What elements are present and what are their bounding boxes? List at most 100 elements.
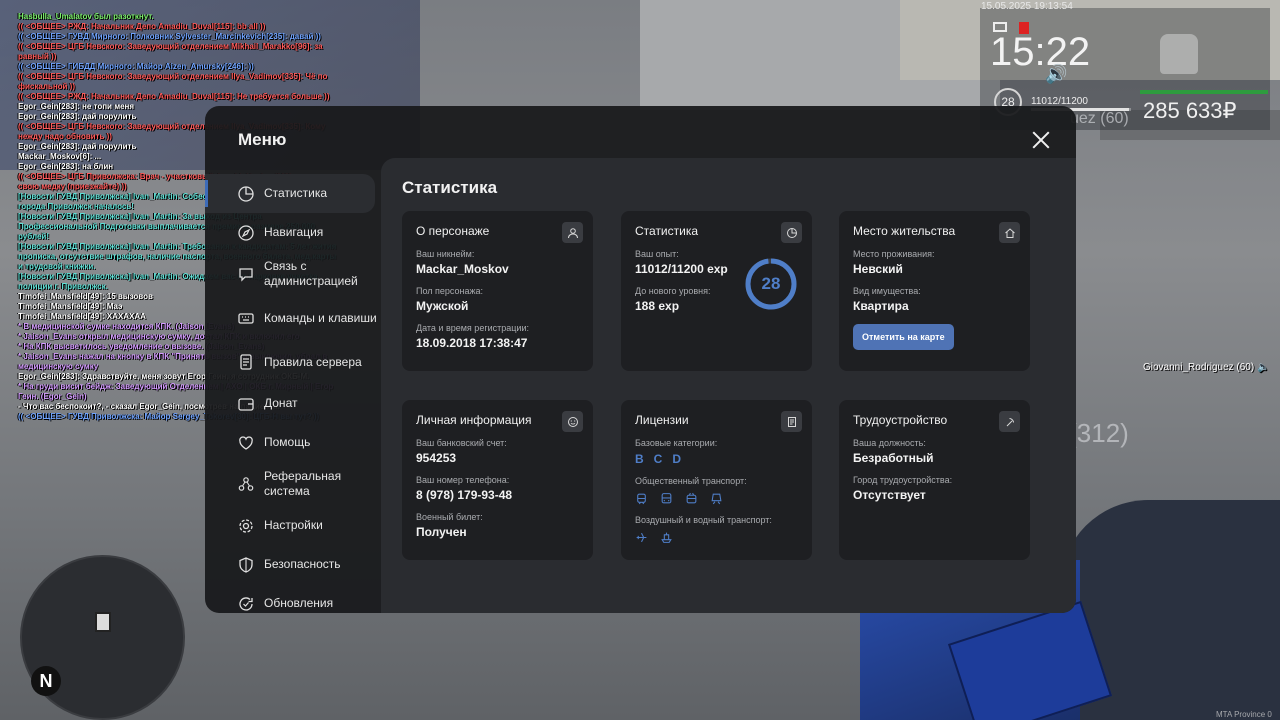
card-title: Лицензии bbox=[635, 413, 689, 427]
shield-icon bbox=[237, 556, 255, 574]
card-employment: Трудоустройство Ваша должность: Безработ… bbox=[839, 400, 1030, 560]
bank-value: 954253 bbox=[416, 451, 457, 465]
residence-value: Невский bbox=[853, 262, 903, 276]
chat-line: (( <ОБЩЕЕ> ГИБДД Мирного: Майор Aizen_Am… bbox=[18, 62, 254, 71]
card-title: Статистика bbox=[635, 224, 699, 238]
sidebar-item-9[interactable]: Безопасность bbox=[205, 545, 381, 584]
boat-icon bbox=[661, 532, 672, 543]
sidebar-item-label: Реферальная система bbox=[264, 469, 342, 498]
nickname-value: Mackar_Moskov bbox=[416, 262, 509, 276]
air-water-transport-icons bbox=[635, 531, 799, 544]
content-title: Статистика bbox=[402, 178, 498, 197]
gender-value: Мужской bbox=[416, 299, 469, 313]
field-label: Дата и время регистрации: bbox=[416, 323, 529, 333]
sidebar-item-label: Безопасность bbox=[264, 557, 341, 571]
watermark: MTA Province 0 bbox=[1216, 710, 1272, 719]
user-icon bbox=[562, 222, 583, 243]
card-title: Личная информация bbox=[416, 413, 532, 427]
card-residence: Место жительства Место проживания: Невск… bbox=[839, 211, 1030, 371]
menu-sidebar: Статистика Навигация Связь с администрацие… bbox=[205, 174, 381, 613]
referral-icon bbox=[237, 475, 255, 493]
voice-icon: 🔈 bbox=[1256, 362, 1270, 373]
chat-icon bbox=[237, 265, 255, 283]
hud-money: 285 633₽ bbox=[1143, 98, 1237, 123]
sidebar-item-label: Команды и клавиши bbox=[264, 310, 377, 325]
work-city-value: Отсутствует bbox=[853, 488, 926, 502]
sidebar-item-10[interactable]: Обновления bbox=[205, 584, 381, 613]
military-value: Получен bbox=[416, 525, 467, 539]
player-nametag-text: Giovanni_Rodriguez (60) bbox=[1143, 362, 1255, 373]
sidebar-item-1[interactable]: Навигация bbox=[205, 213, 381, 252]
sidebar-item-8[interactable]: Настройки bbox=[205, 506, 381, 545]
card-title: Место жительства bbox=[853, 224, 956, 238]
chat-line: (( <ОБЩЕЕ> ГУВД Мирного: Полковник Sylve… bbox=[18, 32, 321, 41]
wallet-icon bbox=[237, 395, 255, 413]
card-title: Трудоустройство bbox=[853, 413, 948, 427]
card-title: О персонаже bbox=[416, 224, 490, 238]
sidebar-item-label: Обновления bbox=[264, 596, 334, 610]
minimap-player-marker bbox=[95, 612, 111, 632]
license-category: B bbox=[635, 452, 644, 466]
chat-line: (( <ОБЩЕЕ> РЖД: Начальник Депо Amadiu_Du… bbox=[18, 22, 266, 31]
property-value: Квартира bbox=[853, 299, 909, 313]
license-categories: BCD bbox=[635, 452, 799, 466]
card-licenses: Лицензии Базовые категории: BCD Обществе… bbox=[621, 400, 812, 560]
nametag-far: uez (60) bbox=[1070, 110, 1129, 127]
train-icon bbox=[711, 493, 722, 505]
sidebar-item-7[interactable]: Реферальная система bbox=[205, 462, 381, 506]
card-personal: Личная информация Ваш банковский счет: 9… bbox=[402, 400, 593, 560]
trolleybus-icon bbox=[686, 492, 697, 504]
level-ring: 28 bbox=[744, 257, 798, 311]
field-label: Место проживания: bbox=[853, 249, 935, 259]
field-label: Ваша должность: bbox=[853, 438, 926, 448]
chat-line: (( <ОБЩЕЕ> ЦГБ Невского: Заведующий отде… bbox=[18, 72, 328, 91]
smile-icon bbox=[562, 411, 583, 432]
menu-window: Меню Статистика Навигация Связь с админист… bbox=[205, 106, 1076, 613]
field-label: Воздушный и водный транспорт: bbox=[635, 515, 772, 525]
field-label: Ваш никнейм: bbox=[416, 249, 475, 259]
stats-content: Статистика О персонаже Ваш никнейм: Mack… bbox=[381, 158, 1076, 613]
health-bar bbox=[1140, 90, 1268, 94]
close-icon[interactable] bbox=[1031, 130, 1051, 150]
menu-title: Меню bbox=[238, 130, 287, 149]
house-icon bbox=[999, 222, 1020, 243]
field-label: Ваш банковский счет: bbox=[416, 438, 507, 448]
sidebar-item-4[interactable]: Правила сервера bbox=[205, 340, 381, 384]
registration-value: 18.09.2018 17:38:47 bbox=[416, 336, 528, 350]
field-label: Военный билет: bbox=[416, 512, 483, 522]
sidebar-item-6[interactable]: Помощь bbox=[205, 423, 381, 462]
field-label: Ваш номер телефона: bbox=[416, 475, 510, 485]
hud-clock: 15:22 bbox=[990, 30, 1091, 74]
sidebar-item-label: Связь с администрацией bbox=[264, 259, 358, 288]
field-label: Общественный транспорт: bbox=[635, 476, 747, 486]
card-stats: Статистика Ваш опыт: 11012/11200 exp До … bbox=[621, 211, 812, 371]
compass-icon bbox=[237, 224, 255, 242]
license-icon bbox=[781, 411, 802, 432]
sidebar-item-3[interactable]: Команды и клавиши bbox=[205, 296, 381, 340]
field-label: Вид имущества: bbox=[853, 286, 921, 296]
rules-icon bbox=[237, 353, 255, 371]
sidebar-item-2[interactable]: Связь с администрацией bbox=[205, 252, 381, 296]
refresh-icon bbox=[237, 595, 255, 613]
chart-icon bbox=[237, 185, 255, 203]
chat-line: Hasbulla_Umalatov был разоткнут. bbox=[18, 12, 154, 21]
player-nametag: Giovanni_Rodriguez (60) 🔈 bbox=[1143, 362, 1269, 373]
pie-chart-icon bbox=[781, 222, 802, 243]
public-transport-icons bbox=[635, 492, 799, 505]
plane-icon bbox=[636, 532, 647, 543]
minimap-north-icon: N bbox=[31, 666, 61, 696]
sidebar-item-5[interactable]: Донат bbox=[205, 384, 381, 423]
chat-line: (( <ОБЩЕЕ> ЦГБ Невского: Заведующий отде… bbox=[18, 42, 323, 61]
heart-hands-icon bbox=[237, 434, 255, 452]
sidebar-item-0[interactable]: Статистика bbox=[205, 174, 375, 213]
sidebar-item-label: Помощь bbox=[264, 435, 311, 449]
speaker-icon: 🔊 bbox=[1045, 64, 1068, 84]
keyboard-icon bbox=[237, 309, 255, 327]
pickaxe-icon bbox=[999, 411, 1020, 432]
license-category: D bbox=[672, 452, 682, 466]
hud-date: 15.05.2025 19:13:54 bbox=[981, 1, 1073, 12]
card-character: О персонаже Ваш никнейм: Mackar_Moskov П… bbox=[402, 211, 593, 371]
mark-on-map-button[interactable]: Отметить на карте bbox=[853, 324, 954, 350]
position-value: Безработный bbox=[853, 451, 934, 465]
sidebar-item-label: Донат bbox=[264, 396, 298, 410]
